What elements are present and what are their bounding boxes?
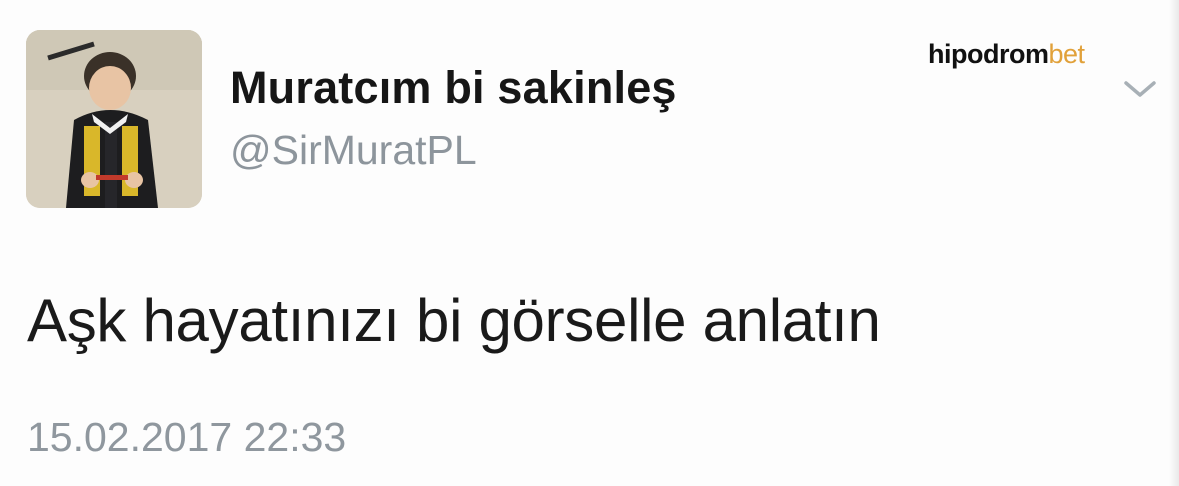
watermark-logo: hipodrombet: [928, 39, 1085, 70]
watermark-text-accent: bet: [1048, 39, 1085, 69]
tweet-timestamp[interactable]: 15.02.2017 22:33: [27, 414, 346, 461]
avatar-photo: [26, 30, 202, 208]
author-handle[interactable]: @SirMuratPL: [230, 127, 477, 174]
right-edge-shadow: [1169, 0, 1179, 486]
tweet-text: Aşk hayatınızı bi görselle anlatın: [27, 287, 881, 354]
tweet-card: Muratcım bi sakinleş @SirMuratPL hipodro…: [0, 0, 1179, 486]
avatar[interactable]: [26, 30, 202, 208]
chevron-down-icon[interactable]: [1122, 78, 1158, 100]
watermark-text-main: hipodrom: [928, 39, 1049, 69]
author-display-name[interactable]: Muratcım bi sakinleş: [230, 62, 677, 114]
